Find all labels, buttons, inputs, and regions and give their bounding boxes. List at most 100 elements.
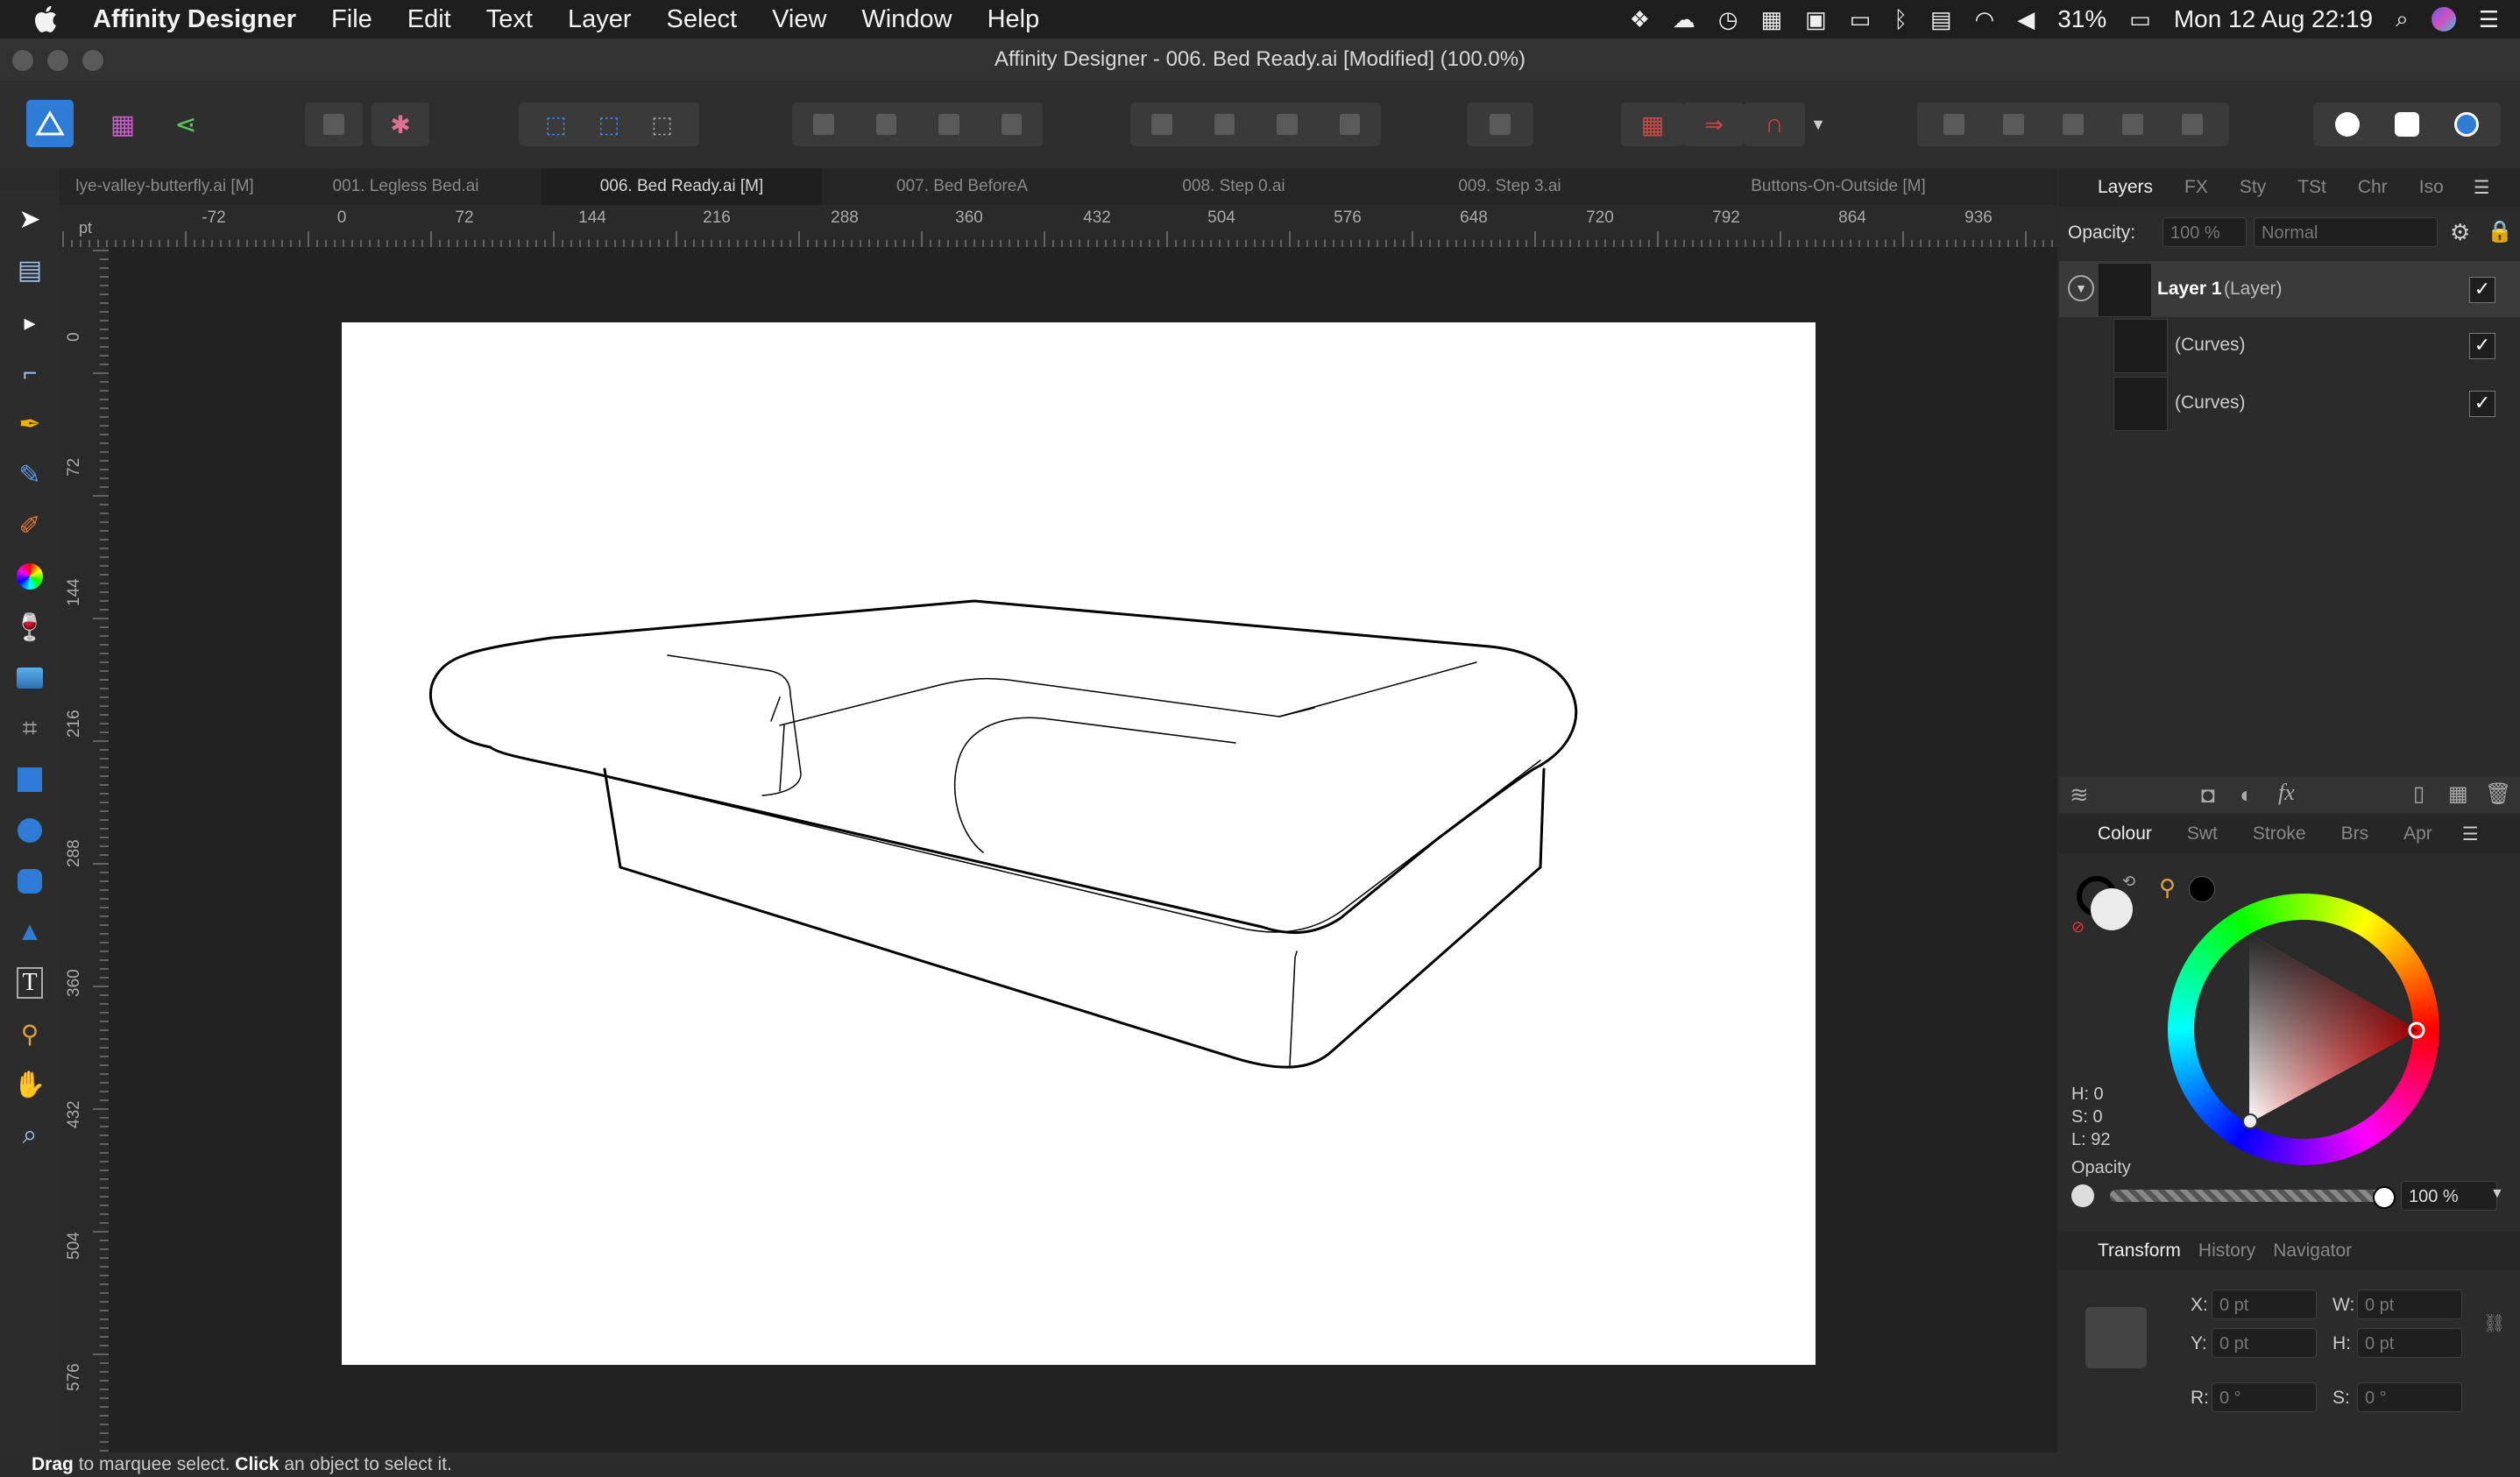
snapping-toggle-button[interactable]: ∩: [1744, 102, 1805, 146]
artboard[interactable]: [342, 322, 1816, 1365]
mask-icon[interactable]: ◘: [2201, 781, 2215, 809]
fx-icon[interactable]: fx: [2278, 780, 2295, 806]
tab-styles[interactable]: Sty: [2240, 177, 2266, 198]
rounded-rectangle-tool[interactable]: [12, 864, 47, 899]
adjustment-icon[interactable]: ◐: [2240, 781, 2254, 809]
menu-view[interactable]: View: [772, 5, 826, 34]
doc-tab-step-0[interactable]: 008. Step 0.ai: [1102, 168, 1365, 205]
clock-icon[interactable]: ◷: [1718, 6, 1738, 33]
layer-visibility-checkbox[interactable]: ✓: [2469, 391, 2495, 417]
apple-icon[interactable]: [32, 4, 63, 35]
layer-visibility-checkbox[interactable]: ✓: [2469, 333, 2495, 359]
vector-brush-tool[interactable]: ✐: [12, 508, 47, 543]
layer-row-layer1[interactable]: ▼ Layer 1 (Layer) ✓: [2059, 261, 2520, 317]
wifi-icon[interactable]: ◠: [1975, 6, 1995, 33]
boolean-operations[interactable]: [1917, 102, 2229, 146]
doc-tab-bed-before[interactable]: 007. Bed BeforeA: [822, 168, 1102, 205]
tab-stroke[interactable]: Stroke: [2253, 823, 2306, 845]
transparency-tool[interactable]: 🍷: [12, 610, 47, 645]
lock-icon[interactable]: 🔒: [2487, 219, 2513, 244]
siri-icon[interactable]: [2431, 7, 2456, 32]
blend-mode-select[interactable]: Normal: [2254, 217, 2438, 247]
snapping-grid-button[interactable]: ▦: [1621, 102, 1684, 146]
y-field[interactable]: 0 pt: [2212, 1328, 2317, 1358]
layer-row-curves-2[interactable]: (Curves) ✓: [2059, 375, 2520, 431]
layer-row-curves-1[interactable]: (Curves) ✓: [2059, 317, 2520, 373]
x-field[interactable]: 0 pt: [2212, 1290, 2317, 1319]
memory-icon[interactable]: ▤: [1930, 6, 1952, 33]
menu-layer[interactable]: Layer: [568, 5, 632, 34]
snapping-manager-button[interactable]: ✱: [372, 102, 429, 146]
menu-help[interactable]: Help: [987, 5, 1040, 34]
tab-history[interactable]: History: [2198, 1240, 2255, 1261]
panel-menu-icon[interactable]: ☰: [2462, 823, 2479, 845]
trash-icon[interactable]: 🗑: [2485, 781, 2511, 807]
tab-appearance[interactable]: Apr: [2403, 823, 2432, 845]
pen-tool[interactable]: ✒: [12, 406, 47, 442]
doc-tab-butterfly[interactable]: lye-valley-butterfly.ai [M]: [60, 168, 270, 205]
w-field[interactable]: 0 pt: [2357, 1290, 2462, 1319]
shear-field[interactable]: 0 °: [2357, 1382, 2462, 1412]
doc-tab-legless-bed[interactable]: 001. Legless Bed.ai: [270, 168, 542, 205]
grid-app-icon[interactable]: ▦: [1761, 6, 1783, 33]
link-icon[interactable]: ⛓: [2483, 1312, 2505, 1334]
color-handle[interactable]: [2242, 1113, 2258, 1129]
volume-icon[interactable]: ◀: [2017, 6, 2035, 33]
pencil-tool[interactable]: ✎: [12, 457, 47, 492]
layers-stack-icon[interactable]: ≋: [2070, 781, 2089, 809]
menu-file[interactable]: File: [331, 5, 372, 34]
menu-window[interactable]: Window: [861, 5, 952, 34]
gear-icon[interactable]: ⚙: [2450, 219, 2470, 246]
text-tool[interactable]: T: [12, 965, 47, 1000]
cloud-icon[interactable]: ☁: [1673, 6, 1695, 33]
opacity-slider[interactable]: [2110, 1190, 2382, 1202]
tab-text-styles[interactable]: TSt: [2297, 177, 2326, 198]
tab-iso[interactable]: Iso: [2419, 177, 2444, 198]
expand-layer-icon[interactable]: ▼: [2068, 275, 2094, 301]
dropbox-icon[interactable]: ❖: [1630, 6, 1650, 33]
node-tool[interactable]: ▸: [12, 305, 47, 340]
bbedit-icon[interactable]: ▣: [1805, 6, 1827, 33]
colour-opacity-field[interactable]: 100 %: [2401, 1181, 2497, 1211]
flip-rotate-buttons[interactable]: [1130, 102, 1381, 146]
tab-fx[interactable]: FX: [2184, 177, 2208, 198]
tab-navigator[interactable]: Navigator: [2273, 1240, 2352, 1261]
doc-tab-buttons[interactable]: Buttons-On-Outside [M]: [1654, 168, 2022, 205]
airplay-icon[interactable]: ▭: [1850, 6, 1872, 33]
designer-persona-button[interactable]: [26, 100, 74, 147]
menu-text[interactable]: Text: [486, 5, 533, 34]
doc-tab-step-3[interactable]: 009. Step 3.ai: [1365, 168, 1654, 205]
bed-illustration[interactable]: [342, 322, 1816, 1365]
horizontal-ruler[interactable]: -72 0 72 144 216 288 360 432 504 576 648…: [60, 205, 2057, 248]
anchor-selector[interactable]: [2085, 1307, 2147, 1368]
clock-datetime[interactable]: Mon 12 Aug 22:19: [2174, 5, 2373, 33]
view-tool[interactable]: ✋: [12, 1067, 47, 1102]
tab-brushes[interactable]: Brs: [2341, 823, 2369, 845]
ellipse-tool[interactable]: [12, 813, 47, 848]
selection-mode-group[interactable]: ⬚ ⬚ ⬚: [519, 102, 699, 146]
layer-visibility-checkbox[interactable]: ✓: [2469, 277, 2495, 303]
zoom-tool[interactable]: ⌕: [12, 1118, 47, 1153]
tab-transform[interactable]: Transform: [2098, 1240, 2181, 1261]
bluetooth-icon[interactable]: ᛒ: [1894, 6, 1908, 33]
no-fill-icon[interactable]: ⊘: [2071, 918, 2085, 936]
crop-tool[interactable]: ⌗: [12, 711, 47, 746]
menu-select[interactable]: Select: [666, 5, 737, 34]
h-field[interactable]: 0 pt: [2357, 1328, 2462, 1358]
vertical-ruler[interactable]: 0 72 144 216 288 360 432 504 576: [60, 247, 110, 1452]
arrange-buttons[interactable]: [792, 102, 1043, 146]
tab-character[interactable]: Chr: [2358, 177, 2388, 198]
triangle-tool[interactable]: ▲: [12, 915, 47, 950]
artboard-tool[interactable]: ▤: [12, 252, 47, 287]
layer-opacity-field[interactable]: 100 %: [2163, 217, 2247, 247]
rectangle-tool[interactable]: [12, 762, 47, 797]
chevron-down-icon[interactable]: ▼: [2490, 1186, 2504, 1202]
fill-tool[interactable]: [12, 559, 47, 594]
snapping-dropdown[interactable]: ▼: [1805, 102, 1831, 146]
insert-target-buttons[interactable]: [2313, 102, 2501, 146]
corner-tool[interactable]: ⌐: [12, 356, 47, 391]
menu-app-name[interactable]: Affinity Designer: [93, 5, 296, 34]
fill-swatch[interactable]: [2091, 888, 2133, 930]
panel-menu-icon[interactable]: ☰: [2474, 177, 2490, 199]
add-layer-icon[interactable]: ▯: [2413, 781, 2424, 807]
